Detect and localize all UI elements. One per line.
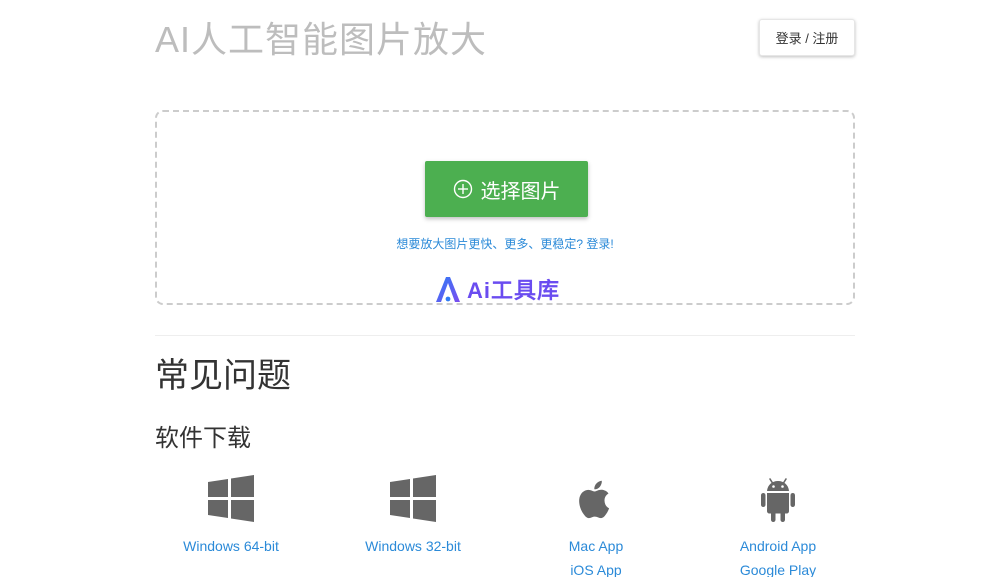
download-apple: Mac App iOS App — [521, 474, 671, 577]
software-download-heading: 软件下载 — [155, 425, 251, 452]
ios-app-link[interactable]: iOS App — [521, 558, 671, 577]
download-windows-32: Windows 32-bit — [338, 474, 488, 558]
upload-dropzone[interactable]: 选择图片 想要放大图片更快、更多、更稳定? 登录! Ai工具库 — [155, 110, 855, 305]
windows-icon — [390, 475, 436, 522]
google-play-link[interactable]: Google Play — [703, 558, 853, 577]
section-divider — [155, 335, 855, 336]
upgrade-login-link[interactable]: 想要放大图片更快、更多、更稳定? 登录! — [157, 235, 853, 252]
page: AI人工智能图片放大 登录 / 注册 选择图片 想要放大图片更快、更多、更稳定?… — [0, 0, 992, 577]
windows-icon — [208, 475, 254, 522]
faq-heading: 常见问题 — [155, 357, 291, 395]
select-image-button[interactable]: 选择图片 — [425, 161, 588, 217]
download-windows-64: Windows 64-bit — [156, 474, 306, 558]
watermark-text: Ai工具库 — [467, 278, 561, 303]
android-icon — [761, 478, 795, 522]
login-register-button[interactable]: 登录 / 注册 — [759, 19, 855, 56]
mac-app-link[interactable]: Mac App — [521, 534, 671, 558]
plus-circle-icon — [453, 179, 472, 199]
download-android: Android App Google Play — [703, 474, 853, 577]
android-app-link[interactable]: Android App — [703, 534, 853, 558]
windows-32-link[interactable]: Windows 32-bit — [338, 534, 488, 558]
select-image-label: 选择图片 — [480, 180, 561, 203]
watermark-logo-icon — [436, 277, 460, 302]
page-title: AI人工智能图片放大 — [155, 19, 488, 60]
apple-icon — [579, 480, 610, 519]
windows-64-link[interactable]: Windows 64-bit — [156, 534, 306, 558]
watermark-logo: Ai工具库 — [433, 272, 560, 306]
